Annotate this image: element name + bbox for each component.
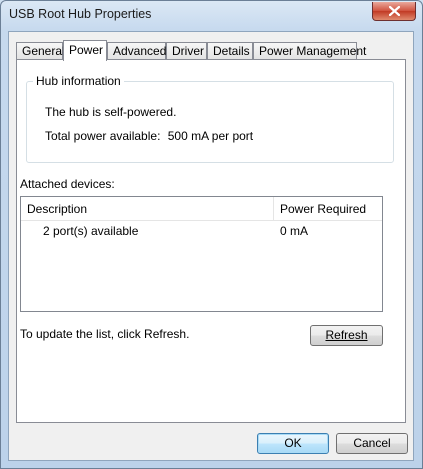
tab-power[interactable]: Power	[63, 40, 107, 61]
hub-status-text: The hub is self-powered.	[45, 105, 177, 119]
refresh-button-label: Refresh	[325, 328, 368, 342]
refresh-button[interactable]: Refresh	[310, 325, 383, 346]
list-header: Description Power Required	[21, 197, 382, 221]
column-header-description[interactable]: Description	[27, 202, 87, 216]
title-bar[interactable]: USB Root Hub Properties	[1, 1, 422, 31]
close-icon	[388, 6, 400, 16]
group-title: Hub information	[33, 74, 124, 88]
hub-information-group: Hub information The hub is self-powered.…	[26, 74, 394, 163]
dialog-body: General Power Advanced Driver Details Po…	[8, 31, 414, 461]
ok-button[interactable]: OK	[257, 433, 329, 454]
tab-details[interactable]: Details	[207, 42, 253, 59]
attached-devices-list[interactable]: Description Power Required 2 port(s) ava…	[20, 196, 383, 312]
window-title: USB Root Hub Properties	[9, 7, 152, 21]
total-power-value: 500 mA per port	[167, 129, 254, 143]
close-button[interactable]	[372, 2, 416, 21]
device-description: 2 port(s) available	[43, 224, 139, 238]
properties-window: USB Root Hub Properties General Power Ad…	[0, 0, 423, 469]
power-tab-page: Hub information The hub is self-powered.…	[16, 59, 406, 423]
tab-power-management[interactable]: Power Management	[253, 42, 366, 59]
refresh-hint: To update the list, click Refresh.	[20, 327, 190, 341]
total-power-label: Total power available:	[45, 129, 161, 143]
device-power-required: 0 mA	[280, 224, 309, 238]
tab-advanced[interactable]: Advanced	[107, 42, 166, 59]
total-power-row: Total power available: 500 mA per port	[45, 129, 253, 143]
attached-devices-label-text: Attached devices:	[20, 177, 115, 191]
tab-driver[interactable]: Driver	[166, 42, 207, 59]
tab-general[interactable]: General	[16, 42, 65, 59]
attached-devices-label: Attached devices:	[20, 177, 115, 191]
cancel-button[interactable]: Cancel	[336, 433, 408, 454]
list-item[interactable]: 2 port(s) available 0 mA	[21, 222, 382, 240]
column-header-power-required[interactable]: Power Required	[280, 202, 366, 216]
column-divider[interactable]	[273, 197, 274, 220]
